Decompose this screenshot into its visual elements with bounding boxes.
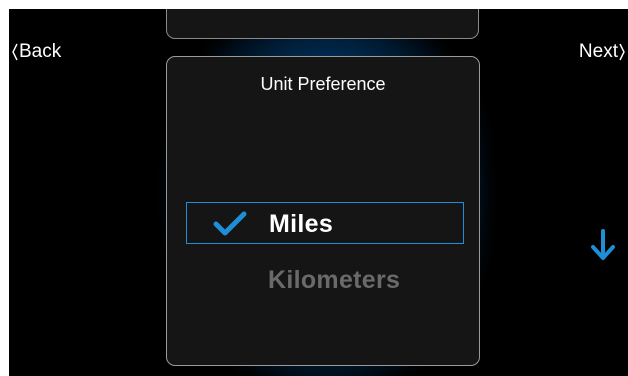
back-button[interactable]: Back <box>11 41 61 63</box>
panel-title: Unit Preference <box>260 74 386 94</box>
option-label-miles: Miles <box>269 210 334 238</box>
arrow-down-icon[interactable] <box>589 228 617 262</box>
next-button[interactable]: Next <box>579 41 626 63</box>
option-label-kilometers: Kilometers <box>268 266 401 294</box>
screen: Back Next Unit Preference Miles Kilomete… <box>9 9 628 376</box>
chevron-left-icon <box>12 43 18 61</box>
check-icon <box>213 211 247 236</box>
unit-preference-panel: Unit Preference Miles Kilometers <box>166 56 480 366</box>
back-label: Back <box>19 41 62 62</box>
option-miles[interactable]: Miles <box>186 202 464 244</box>
chevron-right-icon <box>619 43 625 61</box>
next-label: Next <box>578 41 618 62</box>
previous-panel <box>166 9 479 39</box>
option-kilometers[interactable]: Kilometers <box>186 259 464 301</box>
